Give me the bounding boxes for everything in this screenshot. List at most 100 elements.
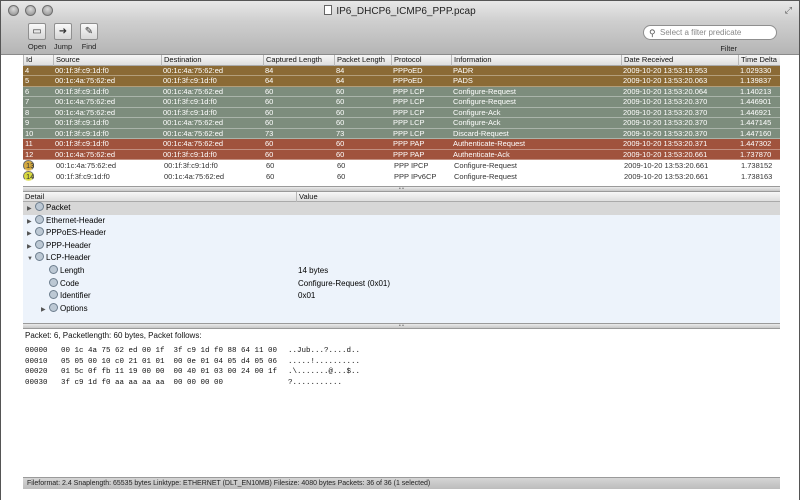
tree-node[interactable]: ▶ Options — [23, 302, 780, 317]
packet-cell-src: 00:1c:4a:75:62:ed — [55, 149, 116, 159]
tree-node-label: Length — [60, 265, 85, 275]
field-node-icon — [35, 239, 44, 249]
window-title: IP6_DHCP6_ICMP6_PPP.pcap — [1, 5, 799, 17]
packet-cell-len: 60 — [336, 107, 345, 117]
column-header-source[interactable]: Source — [53, 55, 80, 66]
tree-node-label: Options — [60, 303, 88, 313]
packet-cell-id: 9 — [25, 118, 30, 127]
detail-column-header[interactable]: Detail — [23, 192, 44, 203]
tree-node[interactable]: Identifier 0x01 — [23, 290, 780, 303]
packet-row[interactable]: 13 00:1c:4a:75:62:ed 00:1f:3f:c9:1d:f0 60 60… — [23, 160, 772, 171]
column-header-time-delta[interactable]: Time Delta — [738, 55, 777, 66]
packet-row[interactable]: 8 00:1c:4a:75:62:ed 00:1f:3f:c9:1d:f0 60 60 P… — [23, 107, 780, 118]
filter-input[interactable]: ⚲ Select a filter predicate — [643, 25, 777, 40]
packet-cell-proto: PPP LCP — [393, 118, 425, 127]
packet-row[interactable]: 10 00:1f:3f:c9:1d:f0 00:1c:4a:75:62:ed 73 73… — [23, 128, 780, 139]
hex-offset: 00000 — [25, 347, 48, 355]
packet-cell-id: 11 — [25, 139, 33, 148]
tree-node[interactable]: ▼ LCP-Header — [23, 252, 780, 265]
packet-cell-src: 00:1f:3f:c9:1d:f0 — [56, 171, 110, 181]
column-header-captured-length[interactable]: Captured Length — [263, 55, 322, 66]
tree-node[interactable]: Code Configure-Request (0x01) — [23, 277, 780, 291]
tree-node-label: Code — [60, 278, 80, 288]
packet-cell-dst: 00:1c:4a:75:62:ed — [163, 128, 224, 138]
packet-cell-proto: PPP IPv6CP — [394, 171, 437, 181]
hex-line: 00010 05 05 00 10 c0 21 01 01 00 0e 01 04… — [25, 357, 778, 368]
status-bar: Fileformat: 2.4 Snaplength: 65535 bytes … — [23, 477, 780, 489]
packet-row[interactable]: 7 00:1c:4a:75:62:ed 00:1f:3f:c9:1d:f0 60 60 P… — [23, 97, 780, 108]
tree-node[interactable]: ▶ Packet — [23, 202, 780, 215]
field-node-icon — [49, 277, 58, 287]
column-header-date-received[interactable]: Date Received — [621, 55, 673, 66]
packet-cell-date: 2009-10-20 13:53:20.661 — [624, 171, 709, 181]
packet-cell-len: 60 — [336, 149, 345, 159]
packet-cell-info: Configure-Request — [453, 86, 516, 96]
packet-row[interactable]: 6 00:1f:3f:c9:1d:f0 00:1c:4a:75:62:ed 60 60 P… — [23, 86, 780, 97]
packet-cell-delta: 1.738163 — [741, 171, 773, 181]
packet-cell-src: 00:1c:4a:75:62:ed — [55, 107, 116, 117]
value-column-header[interactable]: Value — [296, 192, 318, 203]
packet-cell-dst: 00:1c:4a:75:62:ed — [164, 171, 225, 181]
packet-cell-cap: 60 — [265, 107, 274, 117]
packet-cell-date: 2009-10-20 13:53:20.661 — [624, 161, 709, 170]
packet-cell-delta: 1.139837 — [740, 76, 772, 85]
tree-node-value: 0x01 — [298, 291, 316, 301]
packet-cell-info: Configure-Request — [454, 161, 517, 170]
packet-cell-cap: 73 — [265, 128, 274, 138]
packet-list[interactable]: Id Source Destination Captured Length Packet… — [23, 55, 780, 186]
packet-cell-id: 8 — [25, 107, 30, 117]
packet-cell-cap: 64 — [265, 76, 274, 85]
detail-pane[interactable]: Detail Value ▶ Packet ▶ Ethernet-Header ▶ PPP… — [23, 192, 780, 323]
packet-row[interactable]: 14 00:1f:3f:c9:1d:f0 00:1c:4a:75:62:ed 60 60… — [23, 170, 772, 181]
column-header-packet-length[interactable]: Packet Length — [334, 55, 385, 66]
packet-cell-proto: PPP PAP — [393, 139, 425, 148]
tree-node-label: Ethernet-Header — [46, 215, 106, 225]
packet-cell-delta: 1.737870 — [740, 149, 772, 159]
tree-node-label: PPPoES-Header — [46, 228, 107, 238]
packet-row[interactable]: 11 00:1f:3f:c9:1d:f0 00:1c:4a:75:62:ed 60 60… — [23, 139, 780, 150]
packet-list-header: Id Source Destination Captured Length Packet… — [23, 55, 780, 66]
column-header-id[interactable]: Id — [23, 55, 32, 66]
tree-node[interactable]: ▶ PPP-Header — [23, 239, 780, 253]
fullscreen-icon[interactable]: ⤢ — [785, 5, 792, 16]
packet-cell-src: 00:1f:3f:c9:1d:f0 — [55, 139, 109, 148]
hex-bytes: 3f c9 1d f0 aa aa aa aa 00 00 00 00 — [61, 378, 224, 387]
packet-row[interactable]: 4 00:1f:3f:c9:1d:f0 00:1c:4a:75:62:ed 84 84 P… — [23, 65, 780, 76]
tree-node-label: Identifier — [60, 291, 91, 301]
packet-row[interactable]: 9 00:1f:3f:c9:1d:f0 00:1c:4a:75:62:ed 60 60 P… — [23, 118, 780, 129]
tree-node-value: Configure-Request (0x01) — [298, 278, 391, 288]
disclosure-collapsed-icon[interactable]: ▶ — [41, 304, 49, 317]
packet-cell-len: 84 — [336, 65, 345, 75]
packet-cell-id: 5 — [25, 76, 30, 85]
packet-cell-proto: PPP LCP — [393, 107, 425, 117]
search-icon: ⚲ — [649, 28, 656, 38]
find-document-icon: ✎ — [80, 23, 98, 40]
packet-cell-dst: 00:1f:3f:c9:1d:f0 — [163, 97, 217, 106]
column-header-destination[interactable]: Destination — [161, 55, 202, 66]
packet-cell-src: 00:1c:4a:75:62:ed — [55, 97, 116, 106]
tree-node[interactable]: ▶ PPPoES-Header — [23, 227, 780, 240]
packet-cell-proto: PPP IPCP — [394, 161, 429, 170]
packet-row[interactable]: 12 00:1c:4a:75:62:ed 00:1f:3f:c9:1d:f0 60 60… — [23, 149, 780, 160]
open-file-icon: ▭ — [28, 23, 46, 40]
packet-cell-cap: 84 — [265, 65, 274, 75]
field-node-icon — [49, 302, 58, 312]
packet-cell-delta: 1.447145 — [740, 118, 772, 127]
bottom-margin — [1, 489, 799, 500]
packet-cell-dst: 00:1f:3f:c9:1d:f0 — [163, 107, 217, 117]
tree-node[interactable]: Length 14 bytes — [23, 264, 780, 278]
column-header-protocol[interactable]: Protocol — [391, 55, 422, 66]
hex-dump-pane[interactable]: Packet: 6, Packetlength: 60 bytes, Packe… — [23, 329, 780, 473]
packet-cell-delta: 1.140213 — [740, 86, 772, 96]
find-button[interactable]: ✎ Find — [73, 23, 105, 51]
packet-cell-len: 60 — [336, 86, 345, 96]
packet-cell-delta: 1.447160 — [740, 128, 772, 138]
tree-node-value: 14 bytes — [298, 265, 329, 275]
field-node-icon — [49, 290, 58, 300]
tree-node[interactable]: ▶ Ethernet-Header — [23, 214, 780, 228]
column-header-information[interactable]: Information — [451, 55, 492, 66]
packet-row[interactable]: 5 00:1c:4a:75:62:ed 00:1f:3f:c9:1d:f0 64 64 P… — [23, 76, 780, 87]
packet-cell-delta: 1.029330 — [740, 65, 772, 75]
packet-cell-len: 64 — [336, 76, 345, 85]
tree-node-label: LCP-Header — [46, 253, 91, 263]
